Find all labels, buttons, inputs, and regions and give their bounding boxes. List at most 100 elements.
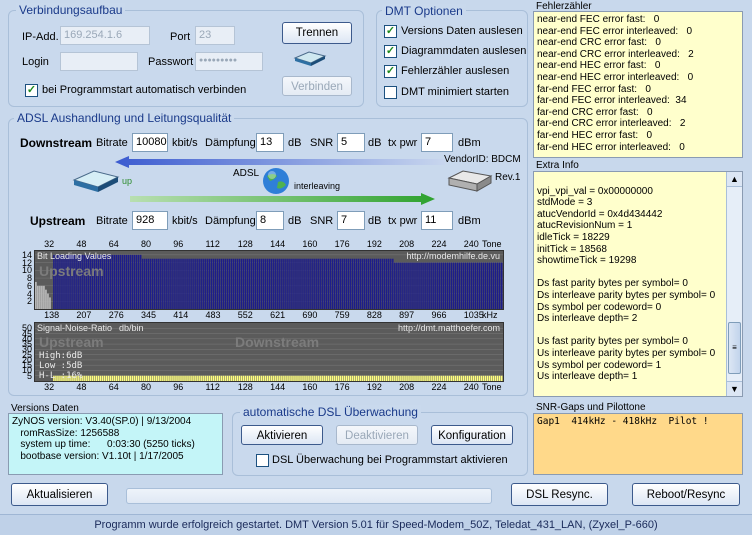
- disconnect-button[interactable]: Trennen: [282, 22, 352, 44]
- bit-bar-downstream: [496, 262, 499, 309]
- bit-bar-downstream: [127, 254, 130, 309]
- tone-axis-tick: 160: [302, 239, 318, 249]
- snr-bar: [434, 375, 436, 381]
- snr-bar: [166, 375, 168, 381]
- activate-button[interactable]: Aktivieren: [241, 425, 323, 445]
- bit-bar-downstream: [147, 258, 150, 309]
- option-diagram-checkbox[interactable]: ✓: [384, 45, 397, 58]
- bit-bar-downstream: [452, 262, 455, 309]
- bit-bar-downstream: [446, 262, 449, 309]
- snr-bar: [353, 375, 356, 381]
- snr-bar: [254, 375, 257, 381]
- tone-axis-tick: 192: [366, 382, 382, 392]
- bit-bar-downstream: [149, 258, 152, 309]
- bit-bar-downstream: [400, 262, 402, 309]
- snr-bar: [164, 375, 166, 381]
- snr-bar: [289, 375, 291, 381]
- dsl-resync-button[interactable]: DSL Resync.: [511, 483, 608, 506]
- bit-bar-downstream: [450, 262, 453, 309]
- deactivate-button[interactable]: Deaktivieren: [336, 425, 418, 445]
- connect-button[interactable]: Verbinden: [282, 76, 352, 96]
- snr-bar: [117, 375, 120, 381]
- upstream-label: Upstream: [30, 214, 86, 228]
- bit-bar-downstream: [460, 262, 463, 309]
- snr-bar: [129, 375, 132, 381]
- bit-bar-downstream: [109, 254, 112, 309]
- bit-bar-downstream: [458, 262, 461, 309]
- bit-bar-downstream: [216, 258, 219, 309]
- khz-axis-tick: 276: [108, 310, 124, 320]
- snr-bar: [256, 375, 259, 381]
- bit-bar-downstream: [474, 262, 477, 309]
- scroll-down-icon[interactable]: ▼: [727, 381, 742, 396]
- snr-bar: [93, 375, 96, 381]
- downstream-txpwr-unit: dBm: [458, 137, 481, 149]
- bit-bar-downstream: [238, 258, 241, 309]
- bit-bar-downstream: [500, 262, 503, 309]
- bit-bar-downstream: [152, 258, 154, 309]
- tone-axis-tick: 32: [44, 382, 55, 392]
- errors-line: near-end HEC error fast: 0: [537, 60, 661, 72]
- bit-bar-downstream: [297, 258, 299, 309]
- bit-bar-downstream: [262, 258, 265, 309]
- tone-axis-tick: 80: [140, 382, 151, 392]
- snr-bar: [323, 375, 325, 381]
- snr-bar: [206, 375, 208, 381]
- snr-bar: [95, 375, 98, 381]
- bit-bar-downstream: [420, 262, 422, 309]
- bit-bar-downstream: [424, 262, 426, 309]
- bit-bar-downstream: [408, 262, 410, 309]
- bit-bar-upstream: [47, 293, 49, 309]
- login-input[interactable]: [60, 52, 138, 71]
- bit-bar-downstream: [363, 258, 366, 309]
- scroll-up-icon[interactable]: ▲: [727, 172, 742, 187]
- bit-bar-downstream: [198, 258, 200, 309]
- snr-bar: [234, 375, 237, 381]
- snr-bar: [160, 375, 162, 381]
- refresh-button[interactable]: Aktualisieren: [11, 483, 108, 506]
- snr-bar: [218, 375, 221, 381]
- snr-bar: [476, 375, 479, 381]
- bitloading-tone-axis: 32 48 64 80 96 112 128 144 160 176 192 208 224 240 Ton…: [20, 239, 510, 250]
- bit-bar-downstream: [438, 262, 440, 309]
- port-input[interactable]: 23: [195, 26, 235, 45]
- snr-bar: [141, 375, 144, 381]
- bit-bar-downstream: [317, 258, 319, 309]
- bit-bar-downstream: [357, 258, 360, 309]
- snr-bar: [466, 375, 469, 381]
- bit-bar-downstream: [480, 262, 483, 309]
- option-version-checkbox[interactable]: ✓: [384, 25, 397, 38]
- downstream-txpwr-field: 7: [421, 133, 453, 152]
- scroll-thumb[interactable]: ≡: [728, 322, 741, 374]
- extra-info-scrollbar[interactable]: ▲ ≡ ▼: [726, 172, 742, 396]
- option-minimized-checkbox[interactable]: [384, 86, 397, 99]
- bit-bar-downstream: [307, 258, 309, 309]
- bit-bar-downstream: [129, 254, 132, 309]
- autoconnect-checkbox[interactable]: ✓: [25, 84, 38, 97]
- bit-bar-downstream: [271, 258, 273, 309]
- bitloading-upstream-label: Upstream: [39, 263, 104, 279]
- bit-bar-downstream: [222, 258, 225, 309]
- snr-bar: [85, 375, 87, 381]
- snr-bar: [139, 375, 142, 381]
- option-errors-checkbox[interactable]: ✓: [384, 65, 397, 78]
- reboot-resync-button[interactable]: Reboot/Resync: [632, 483, 740, 506]
- monitor-autostart-checkbox[interactable]: [256, 454, 269, 467]
- khz-axis-tick: 690: [302, 310, 318, 320]
- bit-bar-downstream: [309, 258, 311, 309]
- bit-bar-downstream: [252, 258, 255, 309]
- khz-axis-tick: 138: [44, 310, 60, 320]
- bit-bar-downstream: [143, 258, 146, 309]
- snr-bar: [190, 375, 192, 381]
- dslam-icon: [447, 168, 493, 194]
- snr-bar: [402, 375, 404, 381]
- snr-bar: [285, 375, 287, 381]
- snr-bar: [111, 375, 114, 381]
- ip-input[interactable]: 169.254.1.6: [60, 26, 150, 45]
- snr-bar: [131, 375, 134, 381]
- password-input[interactable]: ●●●●●●●●●: [195, 52, 263, 71]
- snr-bar: [184, 375, 186, 381]
- configuration-button[interactable]: Konfiguration: [431, 425, 513, 445]
- tone-axis-tick: 96: [173, 382, 184, 392]
- bit-bar-downstream: [396, 262, 398, 309]
